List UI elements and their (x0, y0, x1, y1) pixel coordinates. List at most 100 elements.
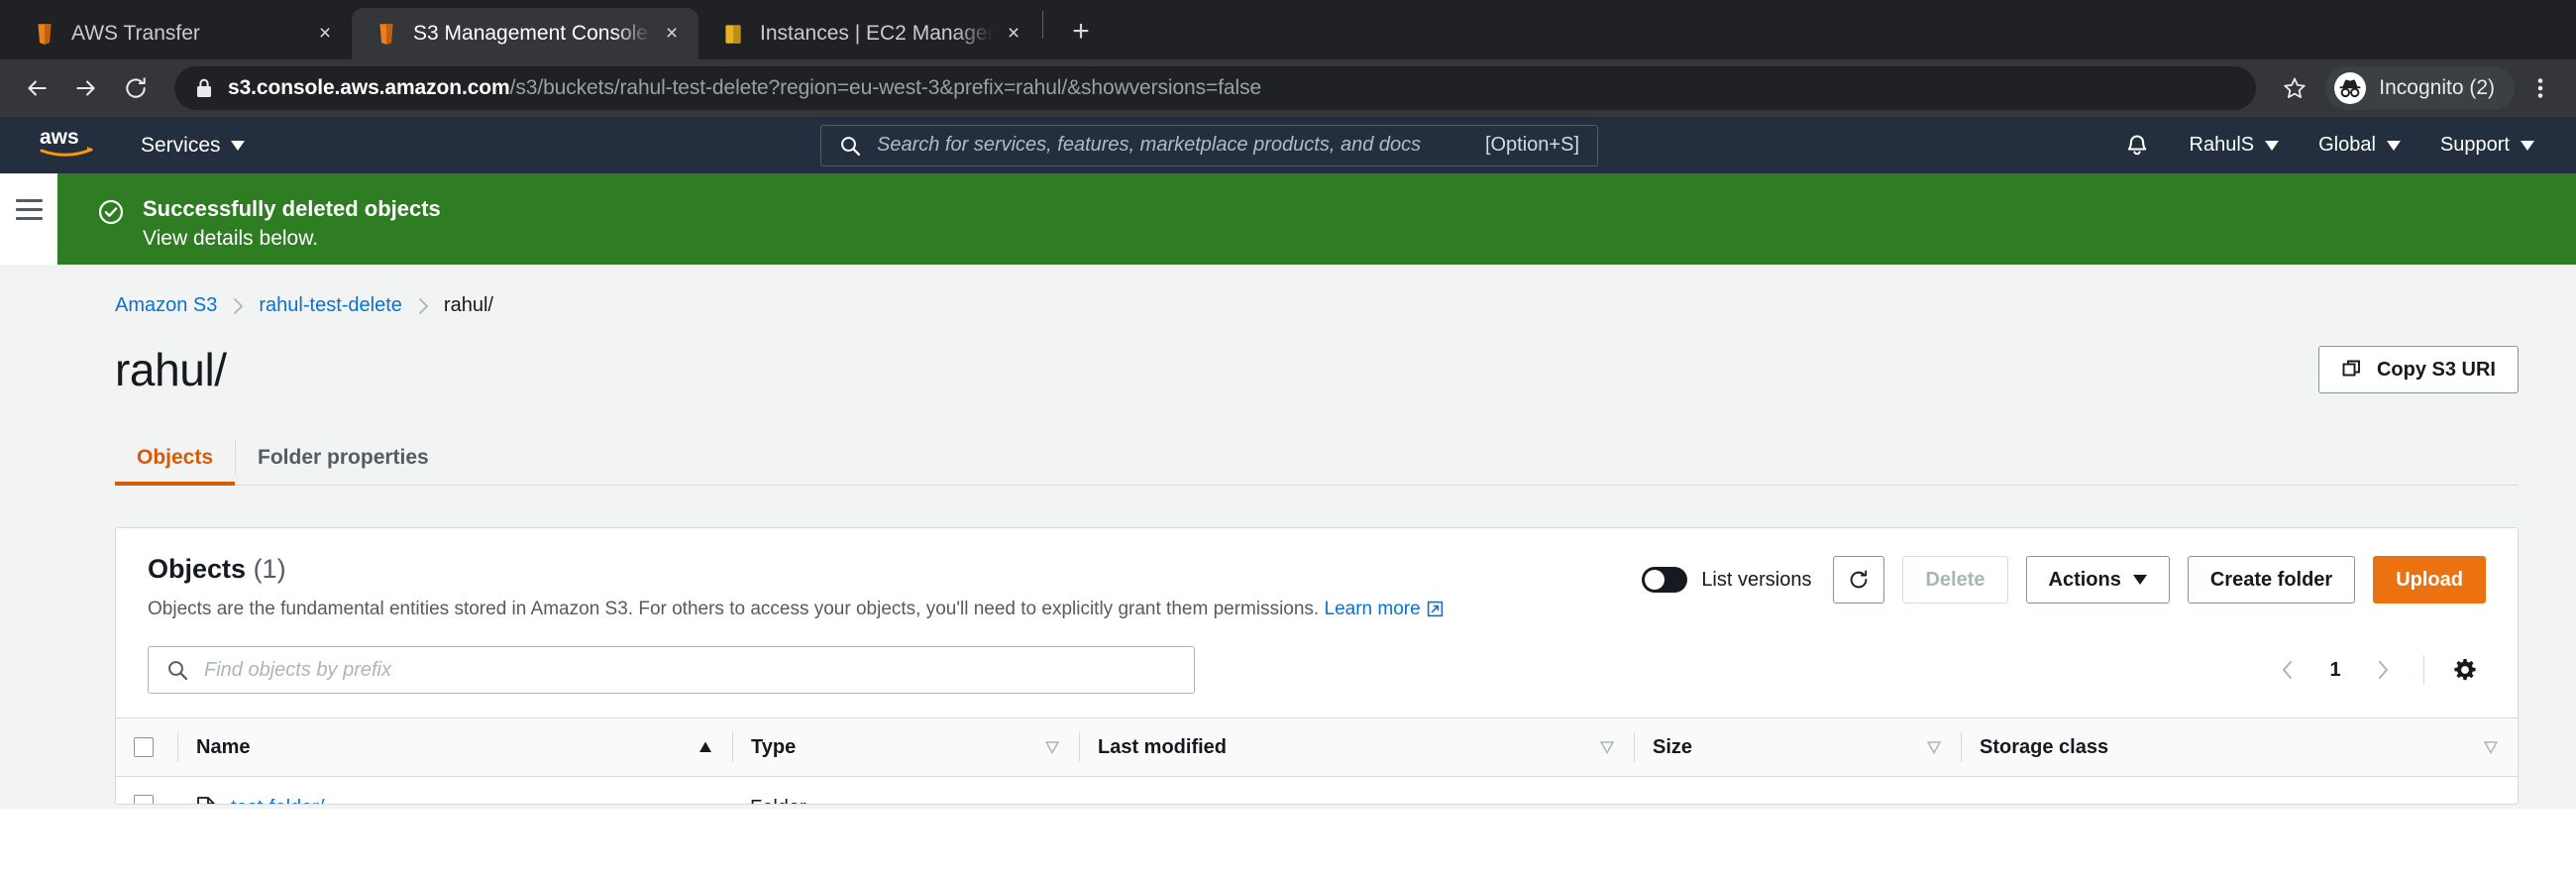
browser-tab-ec2-instances[interactable]: Instances | EC2 Management C × (698, 8, 1040, 59)
breadcrumb-item-bucket[interactable]: rahul-test-delete (259, 294, 402, 317)
aws-logo-icon: aws (40, 126, 93, 157)
aws-search-wrapper: Search for services, features, marketpla… (820, 124, 1598, 166)
main-content: Amazon S3 rahul-test-delete rahul/ rahul… (57, 265, 2576, 809)
aws-search-input[interactable]: Search for services, features, marketpla… (820, 124, 1598, 166)
success-banner-subtitle: View details below. (143, 226, 319, 250)
column-header-storage-class-label: Storage class (1980, 735, 2109, 758)
learn-more-link[interactable]: Learn more (1325, 599, 1421, 619)
browser-tab-title: S3 Management Console (413, 22, 648, 45)
reload-button[interactable] (113, 65, 159, 111)
sidebar-toggle-column (0, 173, 57, 265)
select-all-checkbox[interactable] (134, 737, 154, 757)
create-folder-label: Create folder (2209, 568, 2333, 591)
select-all-header (116, 717, 177, 777)
tab-folder-properties[interactable]: Folder properties (236, 430, 451, 485)
folder-file-icon (197, 797, 215, 804)
aws-global-header: aws Services Search for services, featur… (0, 117, 2576, 173)
chevron-right-icon (2379, 661, 2388, 679)
services-menu[interactable]: Services (141, 134, 245, 158)
column-header-size[interactable]: Size (1634, 717, 1961, 777)
pagination-divider (2423, 655, 2424, 685)
s3-bucket-icon (379, 24, 393, 45)
column-header-last-modified[interactable]: Last modified (1079, 717, 1634, 777)
reload-icon (126, 77, 146, 98)
current-page-number[interactable]: 1 (2318, 659, 2352, 682)
more-vertical-icon (2537, 78, 2543, 98)
support-menu[interactable]: Support (2440, 134, 2534, 157)
tab-close-icon[interactable]: × (999, 19, 1028, 49)
preferences-button[interactable] (2444, 649, 2486, 691)
aws-logo[interactable]: aws (38, 124, 97, 166)
column-header-type[interactable]: Type (732, 717, 1079, 777)
next-page-button[interactable] (2362, 649, 2404, 691)
tab-folder-properties-label: Folder properties (258, 445, 429, 469)
row-name-link[interactable]: test-folder/ (231, 797, 324, 805)
content-tabs: Objects Folder properties (115, 430, 2519, 486)
notifications-button[interactable] (2124, 133, 2150, 159)
success-banner: Successfully deleted objects View detail… (57, 173, 2576, 265)
delete-button-label: Delete (1925, 568, 1986, 591)
upload-button[interactable]: Upload (2373, 556, 2486, 604)
find-objects-input[interactable]: Find objects by prefix (148, 646, 1195, 694)
row-select-cell (116, 776, 177, 804)
url-path: /s3/buckets/rahul-test-delete?region=eu-… (509, 76, 1262, 99)
aws-search-shortcut: [Option+S] (1484, 134, 1579, 156)
table-row[interactable]: test-folder/ Folder - - - (116, 776, 2518, 805)
objects-heading: Objects (1) (148, 554, 1642, 585)
list-versions-toggle-wrap: List versions (1642, 567, 1811, 593)
notification-banner-row: Successfully deleted objects View detail… (0, 173, 2576, 265)
incognito-indicator[interactable]: Incognito (2) (2325, 66, 2515, 110)
account-menu[interactable]: RahulS (2190, 134, 2280, 157)
copy-icon (2342, 360, 2360, 377)
row-last-modified-cell: - (1079, 776, 1634, 804)
refresh-button[interactable] (1833, 556, 1885, 604)
objects-panel-header-left: Objects (1) Objects are the fundamental … (148, 554, 1642, 620)
chevron-down-icon (2521, 140, 2534, 151)
browser-tab-s3-management-console[interactable]: S3 Management Console × (352, 8, 698, 59)
success-banner-text: Successfully deleted objects View detail… (143, 195, 441, 254)
delete-button[interactable]: Delete (1902, 556, 2008, 604)
column-header-name[interactable]: Name (177, 717, 732, 777)
chevron-down-icon (2386, 140, 2401, 151)
browser-menu-button[interactable] (2519, 65, 2562, 111)
aws-search-placeholder: Search for services, features, marketpla… (877, 134, 1422, 156)
left-gutter (0, 265, 57, 809)
actions-button[interactable]: Actions (2025, 556, 2170, 604)
row-size-cell: - (1634, 776, 1961, 804)
bell-icon (2127, 134, 2146, 155)
list-versions-toggle[interactable] (1642, 567, 1688, 593)
browser-tab-title: Instances | EC2 Management C (760, 22, 993, 45)
tab-close-icon[interactable]: × (310, 19, 340, 49)
row-checkbox[interactable] (134, 795, 154, 804)
previous-page-button[interactable] (2267, 649, 2308, 691)
forward-button[interactable] (63, 65, 109, 111)
address-bar[interactable]: s3.console.aws.amazon.com/s3/buckets/rah… (174, 66, 2257, 110)
arrow-right-icon (76, 80, 95, 96)
tab-objects[interactable]: Objects (115, 430, 236, 486)
page-title: rahul/ (115, 344, 227, 395)
address-bar-url: s3.console.aws.amazon.com/s3/buckets/rah… (228, 76, 1261, 100)
copy-s3-uri-label: Copy S3 URI (2376, 358, 2496, 381)
star-icon (2284, 77, 2306, 99)
tab-close-icon[interactable]: × (657, 19, 687, 49)
incognito-label: Incognito (2) (2379, 76, 2495, 99)
browser-tab-aws-transfer[interactable]: AWS Transfer × (10, 8, 352, 59)
sort-descending-icon (2483, 741, 2499, 755)
hamburger-menu-icon[interactable] (15, 199, 43, 226)
create-folder-button[interactable]: Create folder (2187, 556, 2356, 604)
column-header-storage-class[interactable]: Storage class (1961, 717, 2518, 777)
copy-s3-uri-button[interactable]: Copy S3 URI (2317, 346, 2519, 393)
s3-bucket-icon (38, 24, 52, 45)
aws-header-right: RahulS Global Support (2124, 133, 2554, 159)
back-button[interactable] (14, 65, 59, 111)
breadcrumb-item-amazon-s3[interactable]: Amazon S3 (115, 294, 217, 317)
region-menu[interactable]: Global (2318, 134, 2401, 157)
page-title-row: rahul/ Copy S3 URI (115, 343, 2519, 396)
find-objects-placeholder: Find objects by prefix (204, 658, 391, 681)
bookmark-button[interactable] (2272, 65, 2317, 111)
page-body: Amazon S3 rahul-test-delete rahul/ rahul… (0, 265, 2576, 809)
tabstrip-divider (1042, 11, 1043, 39)
objects-search-row: Find objects by prefix 1 (116, 620, 2518, 694)
new-tab-button[interactable]: + (1057, 8, 1105, 55)
breadcrumb-item-current: rahul/ (443, 294, 493, 316)
